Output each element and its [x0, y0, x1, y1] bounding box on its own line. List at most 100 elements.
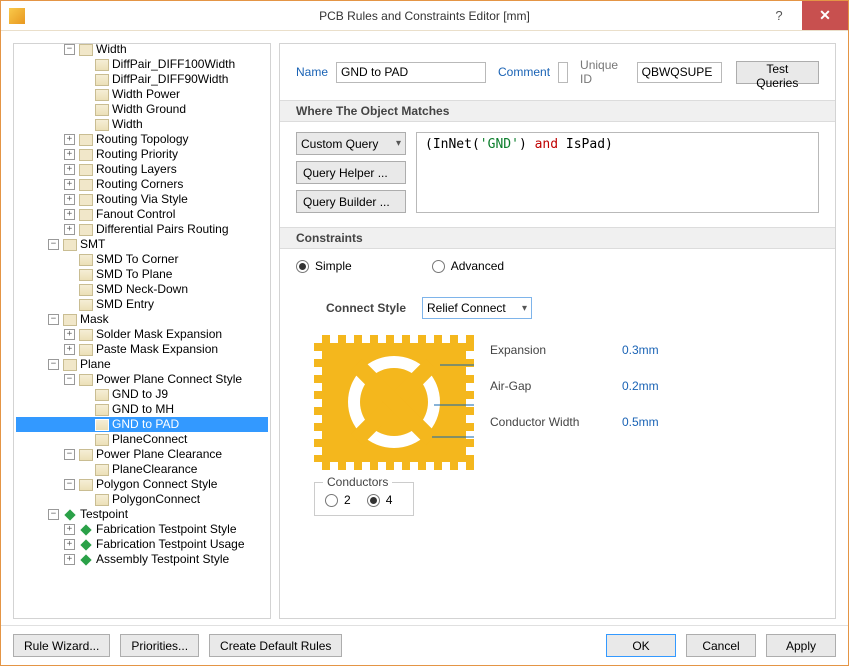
- expand-toggle-icon[interactable]: +: [64, 554, 75, 565]
- tree-item[interactable]: + Paste Mask Expansion: [16, 342, 268, 357]
- test-queries-button[interactable]: Test Queries: [736, 61, 819, 84]
- tree-item-label: Width Ground: [112, 102, 186, 117]
- tree-item[interactable]: DiffPair_DIFF90Width: [16, 72, 268, 87]
- conductors-4-radio[interactable]: 4: [367, 493, 393, 507]
- apply-button[interactable]: Apply: [766, 634, 836, 657]
- cancel-button[interactable]: Cancel: [686, 634, 756, 657]
- cat-icon: [79, 44, 93, 56]
- advanced-radio[interactable]: Advanced: [432, 259, 504, 273]
- rule-icon: [95, 464, 109, 476]
- expand-toggle-icon[interactable]: +: [64, 134, 75, 145]
- tree-item[interactable]: Width Power: [16, 87, 268, 102]
- testpt-icon: [63, 509, 77, 521]
- tree-item[interactable]: GND to J9: [16, 387, 268, 402]
- tree-item[interactable]: +Routing Corners: [16, 177, 268, 192]
- rule-icon: [95, 119, 109, 131]
- tree-item-label: SMD To Corner: [96, 252, 178, 267]
- tree-item[interactable]: +Routing Topology: [16, 132, 268, 147]
- tree-item[interactable]: GND to MH: [16, 402, 268, 417]
- query-textbox[interactable]: (InNet('GND') and IsPad): [416, 132, 819, 213]
- name-input[interactable]: [336, 62, 486, 83]
- expand-toggle-icon[interactable]: −: [64, 479, 75, 490]
- tree-item[interactable]: +Routing Priority: [16, 147, 268, 162]
- tree-item[interactable]: PolygonConnect: [16, 492, 268, 507]
- expansion-value[interactable]: 0.3mm: [622, 343, 659, 357]
- tree-item[interactable]: − Power Plane Clearance: [16, 447, 268, 462]
- constraints-heading: Constraints: [280, 227, 835, 249]
- expand-toggle-icon[interactable]: −: [48, 239, 59, 250]
- tree-item[interactable]: −Power Plane Connect Style: [16, 372, 268, 387]
- query-builder-button[interactable]: Query Builder ...: [296, 190, 406, 213]
- tree-item[interactable]: SMD To Corner: [16, 252, 268, 267]
- tree-item[interactable]: +Assembly Testpoint Style: [16, 552, 268, 567]
- create-default-rules-button[interactable]: Create Default Rules: [209, 634, 342, 657]
- tree-item[interactable]: SMD Neck-Down: [16, 282, 268, 297]
- dialog-footer: Rule Wizard... Priorities... Create Defa…: [1, 625, 848, 665]
- expand-toggle-icon[interactable]: −: [64, 44, 75, 55]
- tree-item[interactable]: +Routing Via Style: [16, 192, 268, 207]
- tree-item[interactable]: GND to PAD: [16, 417, 268, 432]
- tree-item[interactable]: +Differential Pairs Routing: [16, 222, 268, 237]
- uniqueid-input[interactable]: [637, 62, 722, 83]
- expand-toggle-icon[interactable]: +: [64, 539, 75, 550]
- tree-item-label: Paste Mask Expansion: [96, 342, 218, 357]
- tree-item[interactable]: PlaneClearance: [16, 462, 268, 477]
- tree-spacer: [80, 59, 91, 70]
- match-type-dropdown[interactable]: Custom Query ▾: [296, 132, 406, 155]
- tree-item[interactable]: +Fabrication Testpoint Usage: [16, 537, 268, 552]
- tree-item[interactable]: +Fabrication Testpoint Style: [16, 522, 268, 537]
- expand-toggle-icon[interactable]: +: [64, 209, 75, 220]
- comment-input[interactable]: [558, 62, 568, 83]
- expand-toggle-icon[interactable]: −: [64, 449, 75, 460]
- tree-item-label: SMD Entry: [96, 297, 154, 312]
- expand-toggle-icon[interactable]: +: [64, 179, 75, 190]
- tree-item[interactable]: −SMT: [16, 237, 268, 252]
- expand-toggle-icon[interactable]: +: [64, 149, 75, 160]
- tree-item[interactable]: −Width: [16, 43, 268, 57]
- expand-toggle-icon[interactable]: +: [64, 164, 75, 175]
- expand-toggle-icon[interactable]: −: [48, 314, 59, 325]
- tree-spacer: [80, 464, 91, 475]
- rule-editor-panel: Name Comment Unique ID Test Queries Wher…: [279, 43, 836, 619]
- tree-item[interactable]: DiffPair_DIFF100Width: [16, 57, 268, 72]
- cat-icon: [63, 359, 77, 371]
- expand-toggle-icon[interactable]: −: [48, 359, 59, 370]
- tree-item[interactable]: PlaneConnect: [16, 432, 268, 447]
- tree-item[interactable]: SMD Entry: [16, 297, 268, 312]
- conductor-width-value[interactable]: 0.5mm: [622, 415, 659, 429]
- tree-item[interactable]: SMD To Plane: [16, 267, 268, 282]
- connect-style-select[interactable]: Relief Connect ▾: [422, 297, 532, 319]
- tree-item-label: GND to J9: [112, 387, 168, 402]
- expand-toggle-icon[interactable]: +: [64, 344, 75, 355]
- query-helper-button[interactable]: Query Helper ...: [296, 161, 406, 184]
- expand-toggle-icon[interactable]: −: [64, 374, 75, 385]
- connect-style-label: Connect Style: [326, 301, 406, 315]
- simple-radio[interactable]: Simple: [296, 259, 352, 273]
- rules-tree[interactable]: −WidthDiffPair_DIFF100WidthDiffPair_DIFF…: [13, 43, 271, 619]
- tree-item[interactable]: Width: [16, 117, 268, 132]
- airgap-value[interactable]: 0.2mm: [622, 379, 659, 393]
- conductors-2-radio[interactable]: 2: [325, 493, 351, 507]
- tree-item-label: Power Plane Clearance: [96, 447, 222, 462]
- tree-item[interactable]: −Polygon Connect Style: [16, 477, 268, 492]
- expand-toggle-icon[interactable]: +: [64, 194, 75, 205]
- priorities-button[interactable]: Priorities...: [120, 634, 199, 657]
- expand-toggle-icon[interactable]: +: [64, 224, 75, 235]
- tree-item[interactable]: −Plane: [16, 357, 268, 372]
- tree-item[interactable]: +Routing Layers: [16, 162, 268, 177]
- tree-item[interactable]: +Solder Mask Expansion: [16, 327, 268, 342]
- tree-item-label: Fanout Control: [96, 207, 175, 222]
- tree-item[interactable]: −Testpoint: [16, 507, 268, 522]
- ok-button[interactable]: OK: [606, 634, 676, 657]
- close-button[interactable]: ✕: [802, 1, 848, 30]
- connect-style-value: Relief Connect: [427, 301, 506, 315]
- help-button[interactable]: ?: [756, 1, 802, 30]
- cat-icon: [79, 224, 93, 236]
- expand-toggle-icon[interactable]: +: [64, 524, 75, 535]
- expand-toggle-icon[interactable]: +: [64, 329, 75, 340]
- expand-toggle-icon[interactable]: −: [48, 509, 59, 520]
- tree-item[interactable]: Width Ground: [16, 102, 268, 117]
- tree-item[interactable]: + Fanout Control: [16, 207, 268, 222]
- rule-wizard-button[interactable]: Rule Wizard...: [13, 634, 110, 657]
- tree-item[interactable]: −Mask: [16, 312, 268, 327]
